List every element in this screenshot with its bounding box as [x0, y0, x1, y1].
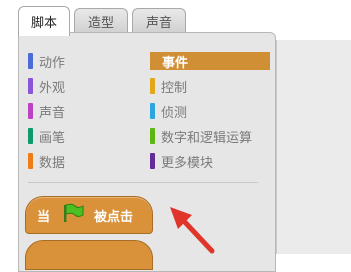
- tab-sounds-label: 声音: [145, 16, 172, 31]
- tab-scripts-label: 脚本: [30, 16, 57, 31]
- green-flag-icon: [62, 203, 84, 227]
- when-flag-clicked-block[interactable]: 当 被点击: [25, 196, 153, 234]
- category-data-swatch: [28, 153, 33, 169]
- category-control-label: 控制: [161, 80, 188, 96]
- partial-block-below[interactable]: [25, 240, 153, 270]
- category-looks-label: 外观: [39, 80, 66, 96]
- category-sensing-label: 侦测: [161, 105, 188, 121]
- category-more-blocks-swatch: [150, 153, 155, 169]
- category-looks[interactable]: 外观: [28, 77, 66, 96]
- category-sound[interactable]: 声音: [28, 102, 66, 121]
- tab-scripts[interactable]: 脚本: [18, 6, 70, 36]
- category-sound-label: 声音: [39, 105, 66, 121]
- category-operators[interactable]: 数字和逻辑运算: [150, 127, 253, 146]
- category-pen-label: 画笔: [39, 130, 66, 146]
- tab-costumes-label: 造型: [87, 16, 114, 31]
- block-suffix-text: 被点击: [94, 209, 134, 225]
- category-data[interactable]: 数据: [28, 152, 66, 171]
- palette-divider: [28, 182, 258, 183]
- category-motion[interactable]: 动作: [28, 52, 66, 71]
- category-more-blocks[interactable]: 更多模块: [150, 152, 214, 171]
- category-pen-swatch: [28, 128, 33, 144]
- red-arrow-icon: [168, 205, 220, 259]
- category-sensing-swatch: [150, 103, 155, 119]
- category-more-blocks-label: 更多模块: [161, 155, 214, 171]
- category-looks-swatch: [28, 78, 33, 94]
- category-sound-swatch: [28, 103, 33, 119]
- category-events[interactable]: 事件: [150, 52, 270, 71]
- script-area-edge: [276, 40, 351, 254]
- tab-sounds[interactable]: 声音: [132, 8, 186, 34]
- category-operators-label: 数字和逻辑运算: [161, 130, 253, 146]
- category-motion-label: 动作: [39, 55, 66, 71]
- block-prefix-text: 当: [37, 209, 51, 225]
- category-data-label: 数据: [39, 155, 66, 171]
- category-events-label: 事件: [162, 55, 189, 71]
- category-operators-swatch: [150, 128, 155, 144]
- category-control[interactable]: 控制: [150, 77, 188, 96]
- tab-costumes[interactable]: 造型: [74, 8, 128, 34]
- category-pen[interactable]: 画笔: [28, 127, 66, 146]
- category-control-swatch: [150, 78, 155, 94]
- category-motion-swatch: [28, 53, 33, 69]
- category-sensing[interactable]: 侦测: [150, 102, 188, 121]
